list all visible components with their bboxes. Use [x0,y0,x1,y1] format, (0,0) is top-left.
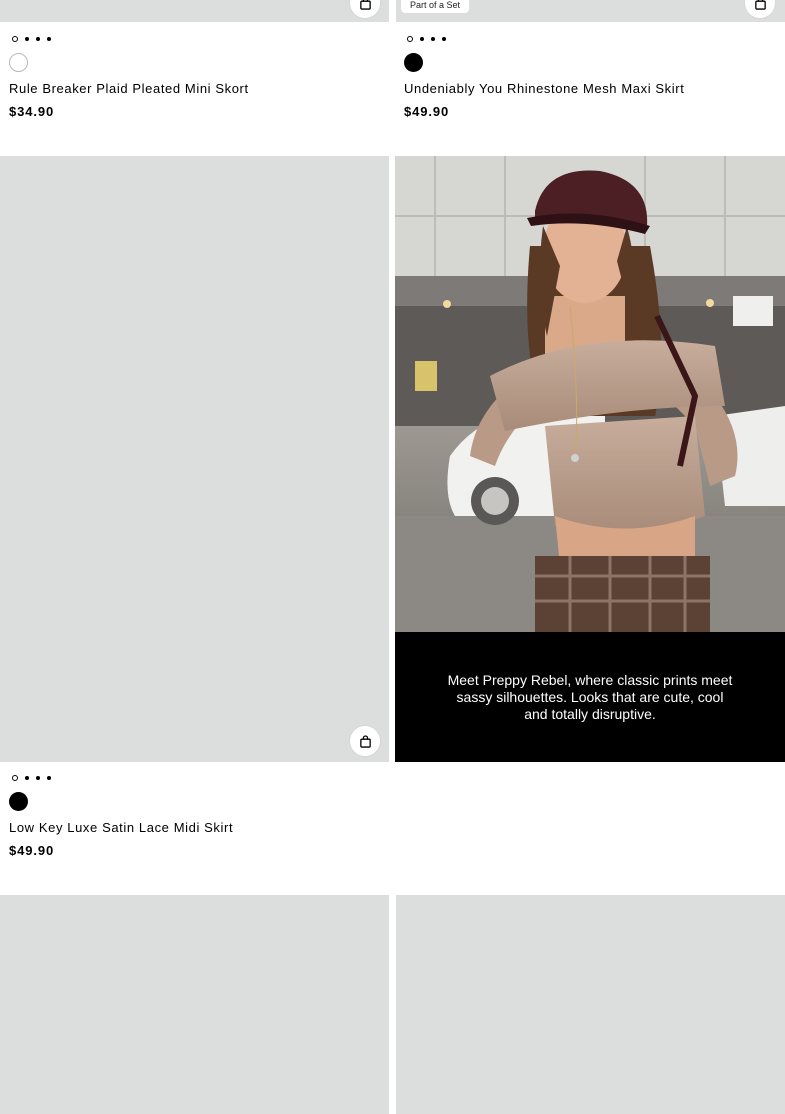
product-name[interactable]: Undeniably You Rhinestone Mesh Maxi Skir… [404,81,684,96]
color-swatch-black[interactable] [404,53,423,72]
promo-text: Meet Preppy Rebel, where classic prints … [447,671,733,722]
shopping-bag-icon [359,734,371,748]
product-name[interactable]: Rule Breaker Plaid Pleated Mini Skort [9,81,249,96]
part-of-set-badge: Part of a Set [401,0,470,13]
product-price: $49.90 [404,104,450,119]
product-image[interactable] [396,895,785,1114]
shopping-bag-icon [754,0,766,10]
image-carousel-dots[interactable] [12,35,51,43]
carousel-dot[interactable] [12,775,18,781]
carousel-dot[interactable] [12,36,18,42]
model-photo [395,156,785,632]
product-name[interactable]: Low Key Luxe Satin Lace Midi Skirt [9,820,233,835]
carousel-dot[interactable] [25,776,29,780]
product-price: $34.90 [9,104,55,119]
color-swatch-white[interactable] [9,53,28,72]
product-image[interactable] [0,156,389,762]
carousel-dot[interactable] [442,37,446,41]
shopping-bag-icon [359,0,371,10]
carousel-dot[interactable] [25,37,29,41]
carousel-dot[interactable] [47,37,51,41]
carousel-dot[interactable] [431,37,435,41]
carousel-dot[interactable] [420,37,424,41]
editorial-promo-tile[interactable]: Meet Preppy Rebel, where classic prints … [395,156,785,762]
carousel-dot[interactable] [47,776,51,780]
product-image[interactable] [0,0,389,22]
image-carousel-dots[interactable] [12,774,51,782]
carousel-dot[interactable] [407,36,413,42]
product-image[interactable] [0,895,389,1114]
image-carousel-dots[interactable] [407,35,446,43]
add-to-cart-button[interactable] [350,726,380,756]
carousel-dot[interactable] [36,37,40,41]
carousel-dot[interactable] [36,776,40,780]
product-price: $49.90 [9,843,55,858]
color-swatch-black[interactable] [9,792,28,811]
